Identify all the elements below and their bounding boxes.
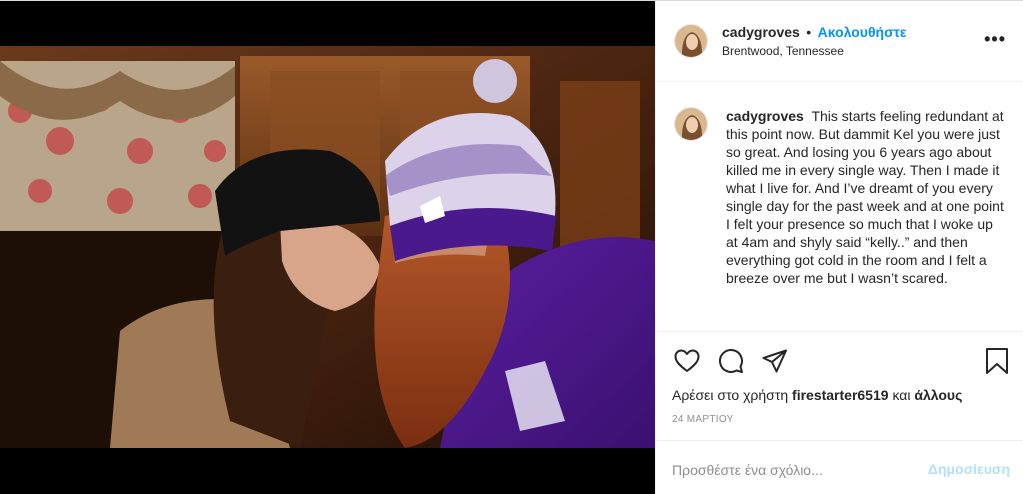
action-icons bbox=[672, 346, 1012, 376]
comment-input[interactable] bbox=[672, 460, 912, 480]
caption-scroll-area[interactable]: cadygroves This starts feeling redundant… bbox=[656, 83, 1023, 331]
comment-icon[interactable] bbox=[716, 346, 746, 376]
likes-connector: και bbox=[892, 387, 911, 403]
likes-summary: Αρέσει στο χρήστη firestarter6519 και άλ… bbox=[672, 387, 962, 403]
heart-icon[interactable] bbox=[672, 346, 702, 376]
likes-prefix: Αρέσει στο χρήστη bbox=[672, 387, 789, 403]
post-side-panel: cadygroves • Ακολουθήστε Brentwood, Tenn… bbox=[655, 1, 1023, 494]
post-date[interactable]: 24 ΜΑΡΤΙΟΥ bbox=[672, 414, 734, 425]
comment-bar: Δημοσίευση bbox=[656, 440, 1023, 494]
post-header: cadygroves • Ακολουθήστε Brentwood, Tenn… bbox=[656, 1, 1023, 82]
more-options-icon[interactable]: ••• bbox=[984, 30, 1006, 48]
actions-area: Αρέσει στο χρήστη firestarter6519 και άλ… bbox=[656, 331, 1023, 494]
header-separator: • bbox=[806, 23, 812, 40]
likes-others-link[interactable]: άλλους bbox=[914, 387, 962, 403]
caption: cadygroves This starts feeling redundant… bbox=[674, 107, 1008, 287]
header-username[interactable]: cadygroves bbox=[722, 24, 800, 40]
caption-username[interactable]: cadygroves bbox=[726, 108, 804, 124]
post-photo[interactable] bbox=[0, 1, 655, 494]
post-comment-button[interactable]: Δημοσίευση bbox=[928, 461, 1010, 477]
location-link[interactable]: Brentwood, Tennessee bbox=[722, 42, 907, 60]
avatar[interactable] bbox=[674, 107, 708, 141]
avatar[interactable] bbox=[674, 24, 708, 58]
share-icon[interactable] bbox=[760, 346, 790, 376]
photo-image bbox=[0, 1, 655, 494]
follow-button[interactable]: Ακολουθήστε bbox=[818, 24, 907, 40]
bookmark-icon[interactable] bbox=[982, 346, 1012, 376]
liker-username[interactable]: firestarter6519 bbox=[792, 387, 889, 403]
caption-text: cadygroves This starts feeling redundant… bbox=[726, 107, 1008, 287]
instagram-post: cadygroves • Ακολουθήστε Brentwood, Tenn… bbox=[0, 0, 1023, 494]
caption-body: This starts feeling redundant at this po… bbox=[726, 108, 1004, 286]
